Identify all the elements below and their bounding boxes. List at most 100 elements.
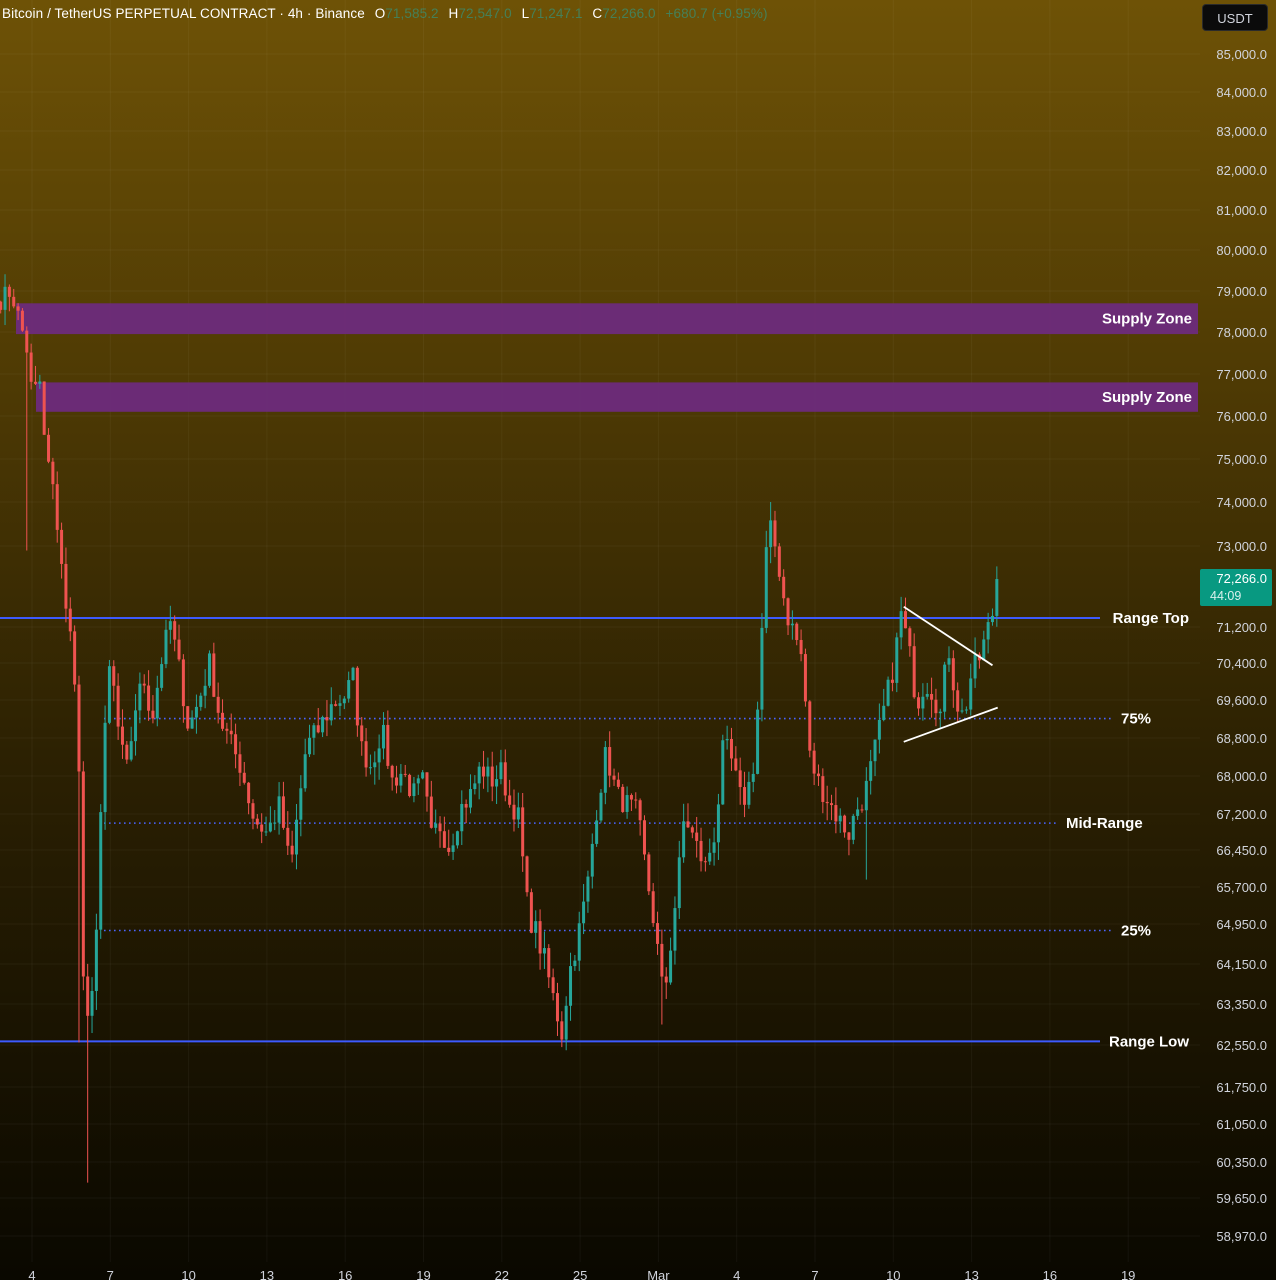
candle-body [895, 637, 899, 683]
candle-body [25, 330, 29, 353]
candle-body [851, 815, 855, 840]
y-axis-tick-label: 80,000.0 [1216, 243, 1267, 258]
candle-body [512, 804, 516, 820]
candle-body [303, 754, 307, 789]
candle-body [408, 774, 412, 797]
candle-body [638, 800, 642, 821]
candle-body [773, 520, 777, 547]
candle-body [599, 792, 603, 821]
bar-countdown-label: 44:09 [1210, 589, 1241, 603]
x-axis-tick-label: 19 [1121, 1268, 1135, 1280]
candle-body [342, 698, 346, 704]
candle-body [203, 685, 207, 696]
candle-body [743, 787, 747, 805]
candle-body [830, 803, 834, 806]
y-axis-tick-label: 63,350.0 [1216, 997, 1267, 1012]
candle-body [207, 653, 211, 686]
candle-body [838, 815, 842, 822]
candle-body [3, 286, 7, 310]
y-axis-tick-label: 85,000.0 [1216, 47, 1267, 62]
candle-body [582, 901, 586, 924]
candle-body [138, 683, 142, 711]
candle-body [647, 854, 651, 892]
candle-body [756, 709, 760, 774]
candle-body [386, 724, 390, 766]
candle-body [73, 631, 77, 685]
candle-body [938, 711, 942, 714]
candle-body [799, 639, 803, 655]
candle-body [986, 622, 990, 640]
candle-body [129, 741, 133, 760]
y-axis-tick-label: 64,950.0 [1216, 917, 1267, 932]
y-axis-tick-label: 78,000.0 [1216, 325, 1267, 340]
candle-body [564, 1005, 568, 1040]
candle-body [38, 381, 42, 384]
candle-body [225, 728, 229, 731]
range-line-label: Range Top [1113, 610, 1189, 627]
candle-body [390, 765, 394, 778]
y-axis-tick-label: 66,450.0 [1216, 843, 1267, 858]
candle-body [943, 664, 947, 712]
candlestick-chart[interactable]: Supply Zone Supply Zone Range Top Range Low… [0, 0, 1276, 1280]
candle-body [277, 796, 281, 823]
candle-body [134, 710, 138, 742]
candle-body [677, 857, 681, 909]
candle-body [917, 697, 921, 709]
trendline [903, 605, 993, 667]
candle-body [716, 804, 720, 843]
candle-body [68, 608, 72, 632]
candle-body [495, 779, 499, 787]
candle-body [795, 623, 799, 640]
candle-body [882, 705, 886, 720]
candle-body [503, 762, 507, 796]
range-line-label: Range Low [1109, 1033, 1189, 1050]
candle-body [808, 701, 812, 751]
candle-body [542, 948, 546, 954]
x-axis-tick-label: 16 [1043, 1268, 1057, 1280]
candle-body [595, 820, 599, 844]
candle-body [951, 658, 955, 691]
candle-body [551, 977, 555, 994]
x-axis-tick-label: 4 [28, 1268, 35, 1280]
last-price-label: 72,266.0 [1216, 571, 1267, 586]
candle-body [786, 598, 790, 626]
supply-zone-rect [36, 382, 1198, 412]
y-axis-tick-label: 59,650.0 [1216, 1191, 1267, 1206]
y-axis-tick-label: 65,700.0 [1216, 880, 1267, 895]
y-axis-tick-label: 71,200.0 [1216, 620, 1267, 635]
candle-body [247, 782, 251, 804]
candle-body [373, 762, 377, 768]
y-axis-tick-label: 69,600.0 [1216, 693, 1267, 708]
candle-body [864, 780, 868, 811]
candle-body [769, 520, 773, 548]
candle-body [521, 807, 525, 857]
candle-body [747, 781, 751, 805]
y-axis-tick-label: 76,000.0 [1216, 409, 1267, 424]
candle-body [699, 840, 703, 862]
candle-body [81, 771, 85, 977]
candle-body [173, 621, 177, 640]
candle-body [555, 993, 559, 1022]
candle-body [477, 766, 481, 784]
candle-body [229, 730, 233, 735]
level-label: 75% [1121, 711, 1151, 728]
y-axis-tick-label: 68,800.0 [1216, 731, 1267, 746]
candle-body [316, 725, 320, 733]
x-axis-tick-label: 19 [416, 1268, 430, 1280]
x-axis-tick-label: 10 [886, 1268, 900, 1280]
candle-body [47, 434, 51, 462]
candle-body [147, 685, 151, 711]
supply-zone-label: Supply Zone [1102, 311, 1192, 328]
candle-body [51, 461, 55, 485]
candle-body [325, 717, 329, 721]
candle-body [608, 747, 612, 776]
candle-body [712, 842, 716, 853]
candle-body [486, 766, 490, 777]
candle-body [429, 796, 433, 828]
candle-body [455, 831, 459, 846]
candle-body [682, 821, 686, 858]
trendline [903, 706, 999, 743]
candle-body [107, 666, 111, 723]
x-axis-tick-label: 7 [811, 1268, 818, 1280]
candle-body [782, 576, 786, 599]
